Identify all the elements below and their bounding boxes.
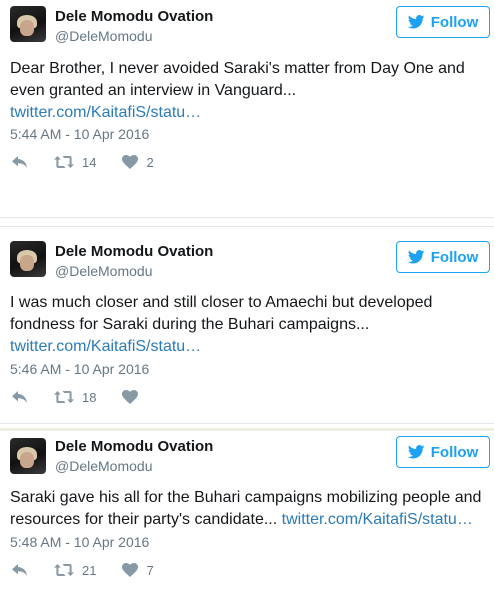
reply-button[interactable] (12, 564, 28, 576)
tweet-text: I was much closer and still closer to Am… (10, 292, 488, 358)
author-handle[interactable]: @DeleMomodu (55, 263, 152, 279)
reply-button[interactable] (12, 391, 28, 403)
like-count: 7 (146, 562, 154, 578)
reply-icon (12, 564, 28, 576)
author-name[interactable]: Dele Momodu Ovation (55, 438, 213, 455)
tweet-actions: 18 (12, 389, 164, 405)
author-name[interactable]: Dele Momodu Ovation (55, 243, 213, 260)
tweet-text: Saraki gave his all for the Buhari campa… (10, 487, 488, 531)
tweet-actions: 14 2 (12, 154, 180, 170)
retweet-icon (54, 391, 74, 403)
follow-label: Follow (430, 248, 479, 266)
reply-icon (12, 156, 28, 168)
retweet-icon (54, 156, 74, 168)
twitter-bird-icon (408, 250, 425, 264)
retweet-count: 14 (82, 154, 97, 170)
tweet-text-line: Dear Brother, I never avoided Saraki's m… (10, 60, 465, 77)
author-handle[interactable]: @DeleMomodu (55, 458, 152, 474)
follow-label: Follow (430, 443, 479, 461)
heart-icon (122, 563, 138, 577)
reply-button[interactable] (12, 156, 28, 168)
tweet-link[interactable]: twitter.com/KaitafiS/statu… (10, 104, 201, 121)
tweet-link[interactable]: twitter.com/KaitafiS/statu… (282, 511, 473, 528)
twitter-bird-icon (408, 15, 425, 29)
tweet-text-line: even granted an interview in Vanguard... (10, 82, 297, 99)
tweet-text-line: resources for their party's candidate... (10, 511, 278, 528)
tweet-timestamp[interactable]: 5:46 AM - 10 Apr 2016 (10, 361, 149, 377)
tweet-link[interactable]: twitter.com/KaitafiS/statu… (10, 338, 201, 355)
follow-button[interactable]: Follow (396, 241, 490, 273)
tweet-card: Dele Momodu Ovation @DeleMomodu Follow I… (0, 226, 494, 424)
retweet-button[interactable]: 21 (54, 563, 96, 578)
avatar[interactable] (10, 6, 46, 42)
tweet-actions: 21 7 (12, 562, 180, 578)
like-button[interactable]: 7 (122, 562, 154, 578)
heart-icon (122, 155, 138, 169)
twitter-bird-icon (408, 445, 425, 459)
tweet-text-line: I was much closer and still closer to Am… (10, 294, 433, 311)
like-count: 2 (146, 154, 154, 170)
follow-label: Follow (430, 13, 479, 31)
like-button[interactable]: 2 (122, 154, 154, 170)
tweet-text: Dear Brother, I never avoided Saraki's m… (10, 58, 488, 124)
tweet-text-line: fondness for Saraki during the Buhari ca… (10, 316, 370, 333)
heart-icon (122, 390, 138, 404)
like-button[interactable] (122, 390, 138, 404)
retweet-count: 18 (82, 389, 97, 405)
retweet-count: 21 (82, 562, 97, 578)
follow-button[interactable]: Follow (396, 6, 490, 38)
tweet-card: Dele Momodu Ovation @DeleMomodu Follow S… (0, 428, 494, 589)
retweet-icon (54, 564, 74, 576)
tweet-card: Dele Momodu Ovation @DeleMomodu Follow D… (0, 0, 494, 218)
tweet-timestamp[interactable]: 5:44 AM - 10 Apr 2016 (10, 126, 149, 142)
avatar[interactable] (10, 438, 46, 474)
avatar[interactable] (10, 241, 46, 277)
tweet-text-line: Saraki gave his all for the Buhari campa… (10, 489, 482, 506)
follow-button[interactable]: Follow (396, 436, 490, 468)
author-name[interactable]: Dele Momodu Ovation (55, 8, 213, 25)
author-handle[interactable]: @DeleMomodu (55, 28, 152, 44)
tweet-timestamp[interactable]: 5:48 AM - 10 Apr 2016 (10, 534, 149, 550)
retweet-button[interactable]: 18 (54, 390, 96, 405)
reply-icon (12, 391, 28, 403)
retweet-button[interactable]: 14 (54, 155, 96, 170)
